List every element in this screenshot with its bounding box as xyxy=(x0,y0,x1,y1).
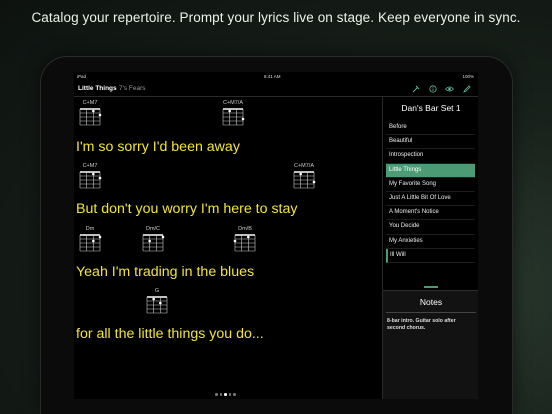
set-list: Before Beautiful Introspection Little Th… xyxy=(386,121,475,263)
fretboard xyxy=(79,234,102,252)
chord-name: Dm xyxy=(85,226,95,232)
nav-bar: Little Things 7's Fears xyxy=(74,81,478,97)
finger-dot xyxy=(228,109,231,113)
resize-handle[interactable] xyxy=(424,286,438,288)
set-item[interactable]: My Favorite Song xyxy=(386,178,475,192)
fretboard xyxy=(142,234,165,252)
chord-name: C+M7 xyxy=(82,100,98,106)
fretboard xyxy=(146,296,168,314)
set-item[interactable]: Just A Little Bit Of Love xyxy=(386,192,475,207)
page-indicator[interactable] xyxy=(215,393,236,396)
chord-name: C+M7/A xyxy=(293,163,315,169)
set-item[interactable]: Ill Will xyxy=(386,248,475,263)
finger-dot xyxy=(98,113,102,117)
finger-dot xyxy=(92,109,95,113)
app-screen: iPad 8:41 AM 100% Little Things 7's Fear… xyxy=(74,72,478,399)
finger-dot xyxy=(247,235,250,239)
finger-dot xyxy=(312,180,316,184)
set-item[interactable]: Beautiful xyxy=(386,135,475,150)
chord-name: Dm/C xyxy=(145,226,161,232)
set-item[interactable]: Before xyxy=(386,121,475,136)
tagline: Catalog your repertoire. Prompt your lyr… xyxy=(31,10,521,25)
finger-dot xyxy=(92,239,95,243)
lyric-line: for all the little things you do... xyxy=(76,326,264,342)
status-time: 8:41 AM xyxy=(264,74,281,79)
song-title: Little Things xyxy=(78,85,117,92)
chord-diagram[interactable]: C+M7/A xyxy=(220,100,246,127)
chord-name: C+M7 xyxy=(82,163,98,169)
chord-diagram[interactable]: G xyxy=(144,288,170,315)
chord-diagram[interactable]: Dm/C xyxy=(140,226,166,253)
set-title: Dan's Bar Set 1 xyxy=(401,103,461,113)
page-dot-active[interactable] xyxy=(224,393,227,396)
finger-dot xyxy=(152,297,155,301)
finger-dot xyxy=(92,172,95,176)
eye-icon[interactable] xyxy=(444,83,455,94)
set-item[interactable]: You Decide xyxy=(386,220,475,235)
info-icon[interactable] xyxy=(427,83,438,94)
finger-dot xyxy=(98,176,102,180)
fretboard xyxy=(222,108,245,126)
set-item-active[interactable]: Little Things xyxy=(386,163,475,178)
song-subtitle[interactable]: 7's Fears xyxy=(119,85,146,92)
chord-diagram[interactable]: C+M7 xyxy=(77,100,103,127)
chord-name: Dm/B xyxy=(238,226,252,232)
status-battery: 100% xyxy=(462,74,474,79)
lyric-line: But don't you worry I'm here to stay xyxy=(76,201,298,217)
page-dot[interactable] xyxy=(215,393,218,396)
finger-dot xyxy=(98,235,102,239)
fretboard xyxy=(79,171,102,189)
finger-dot xyxy=(159,301,162,305)
edit-icon[interactable] xyxy=(461,83,472,94)
finger-dot xyxy=(299,172,302,176)
chord-diagram[interactable]: Dm xyxy=(77,226,103,253)
set-item[interactable]: Introspection xyxy=(386,149,475,164)
page-dot[interactable] xyxy=(233,393,236,396)
finger-dot xyxy=(161,235,165,239)
notes-text[interactable]: 8-bar intro. Guitar solo after second ch… xyxy=(387,318,467,332)
chord-diagram[interactable]: C+M7 xyxy=(77,163,103,190)
notes-panel: Notes 8-bar intro. Guitar solo after sec… xyxy=(383,290,478,399)
chord-diagram[interactable]: C+M7/A xyxy=(291,163,317,190)
finger-dot xyxy=(241,117,245,121)
nav-icons xyxy=(410,83,472,94)
fretboard xyxy=(293,171,316,189)
lyric-line: Yeah I'm trading in the blues xyxy=(76,264,255,280)
divider xyxy=(386,312,476,313)
ipad-frame: iPad 8:41 AM 100% Little Things 7's Fear… xyxy=(41,57,512,414)
finger-dot xyxy=(148,239,151,243)
chord-name: C+M7/A xyxy=(222,100,244,106)
notes-title: Notes xyxy=(419,297,443,307)
lyrics-panel: C+M7 C+M7/A I'm so sorry I'd been away C… xyxy=(74,97,380,399)
tuning-fork-icon[interactable] xyxy=(410,83,421,94)
chord-diagram[interactable]: Dm/B xyxy=(232,226,258,253)
page-dot[interactable] xyxy=(228,393,231,396)
set-item[interactable]: A Moment's Notice xyxy=(386,206,475,221)
status-bar: iPad 8:41 AM 100% xyxy=(74,72,478,81)
lyric-line: I'm so sorry I'd been away xyxy=(76,139,240,155)
fretboard xyxy=(233,234,256,252)
set-list-sidebar: Dan's Bar Set 1 Before Beautiful Introsp… xyxy=(382,97,478,399)
fretboard xyxy=(79,108,102,126)
chord-name: G xyxy=(154,288,160,294)
page-dot[interactable] xyxy=(219,393,222,396)
set-item[interactable]: My Anxieties xyxy=(386,235,475,249)
finger-dot xyxy=(233,239,237,243)
status-device: iPad xyxy=(77,74,87,79)
